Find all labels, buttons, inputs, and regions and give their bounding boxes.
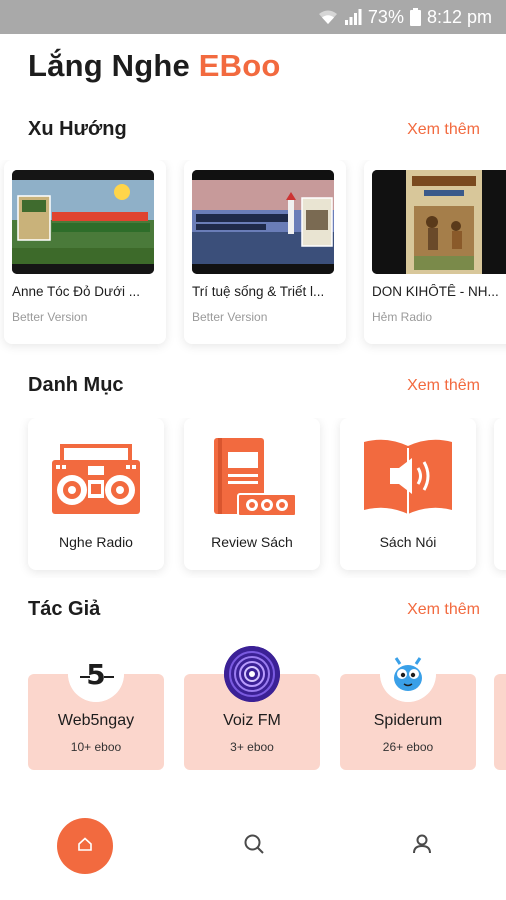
app-title-accent: EBoo	[198, 48, 281, 83]
audiobook-icon	[360, 434, 456, 520]
author-count: 10+ eboo	[70, 740, 122, 754]
battery-percent: 73%	[367, 6, 404, 27]
signal-icon	[344, 9, 362, 25]
authors-row: 5 Web5ngay 10+ eboo Voiz FM 3+ eboo Spid…	[0, 646, 506, 776]
book-title: DON KIHÔTÊ - NH...	[372, 284, 499, 299]
app-title-main: Lắng Nghe	[28, 48, 199, 83]
radio-icon	[48, 434, 144, 520]
clock: 8:12 pm	[426, 6, 492, 27]
authors-see-more-link[interactable]: Xem thêm	[407, 601, 480, 619]
categories-title: Danh Mục	[28, 374, 124, 396]
book-cover-image	[12, 170, 154, 274]
nav-search-button[interactable]	[240, 832, 268, 860]
status-bar: 73% 8:12 pm	[0, 0, 506, 34]
categories-row: Nghe Radio Review Sách Sách Nói	[0, 418, 506, 578]
author-card-partial[interactable]	[494, 674, 506, 770]
book-cover-image	[192, 170, 334, 274]
book-title: Anne Tóc Đỏ Dưới ...	[12, 284, 140, 299]
authors-title: Tác Giả	[28, 598, 101, 620]
user-icon	[410, 832, 434, 861]
book-author: Better Version	[192, 310, 268, 324]
bottom-nav	[0, 810, 506, 880]
book-title: Trí tuệ sống & Triết l...	[192, 284, 325, 299]
author-name: Voiz FM	[223, 712, 281, 729]
category-card-audiobook[interactable]: Sách Nói	[340, 418, 476, 570]
book-card[interactable]: Anne Tóc Đỏ Dưới ... Better Version	[4, 160, 166, 344]
category-card-radio[interactable]: Nghe Radio	[28, 418, 164, 570]
author-card-web5ngay[interactable]: 5 Web5ngay 10+ eboo	[28, 646, 164, 770]
search-icon	[242, 832, 266, 861]
wifi-icon	[318, 9, 338, 25]
trending-header: Xu Hướng Xem thêm	[28, 118, 480, 141]
author-count: 26+ eboo	[382, 740, 434, 754]
app-title: Lắng Nghe EBoo	[28, 48, 281, 84]
book-card[interactable]: DON KIHÔTÊ - NH... Hẻm Radio	[364, 160, 506, 344]
category-label: Sách Nói	[379, 534, 437, 550]
categories-header: Danh Mục Xem thêm	[28, 374, 480, 397]
book-card[interactable]: Trí tuệ sống & Triết l... Better Version	[184, 160, 346, 344]
trending-see-more-link[interactable]: Xem thêm	[407, 121, 480, 139]
authors-header: Tác Giả Xem thêm	[28, 598, 480, 621]
author-avatar-spiderum	[380, 646, 436, 702]
nav-home-button[interactable]	[57, 818, 113, 874]
author-logo-text: 5	[86, 658, 105, 691]
author-avatar-voizfm	[224, 646, 280, 702]
category-label: Review Sách	[211, 534, 293, 550]
book-author: Better Version	[12, 310, 88, 324]
categories-see-more-link[interactable]: Xem thêm	[407, 377, 480, 395]
category-card-review[interactable]: Review Sách	[184, 418, 320, 570]
author-avatar-web5ngay: 5	[68, 646, 124, 702]
book-author: Hẻm Radio	[372, 310, 433, 324]
book-review-icon	[204, 434, 300, 520]
author-name: Spiderum	[373, 712, 443, 729]
category-card-partial[interactable]	[494, 418, 506, 570]
home-icon	[77, 836, 93, 857]
author-card-spiderum[interactable]: Spiderum 26+ eboo	[340, 646, 476, 770]
author-card-voizfm[interactable]: Voiz FM 3+ eboo	[184, 646, 320, 770]
book-cover-image	[372, 170, 506, 274]
author-count: 3+ eboo	[230, 740, 274, 754]
category-label: Nghe Radio	[59, 534, 133, 550]
trending-title: Xu Hướng	[28, 118, 127, 140]
battery-icon	[409, 8, 421, 26]
trending-row: Anne Tóc Đỏ Dưới ... Better Version Trí …	[0, 160, 506, 356]
nav-profile-button[interactable]	[408, 832, 436, 860]
author-name: Web5ngay	[57, 712, 135, 729]
